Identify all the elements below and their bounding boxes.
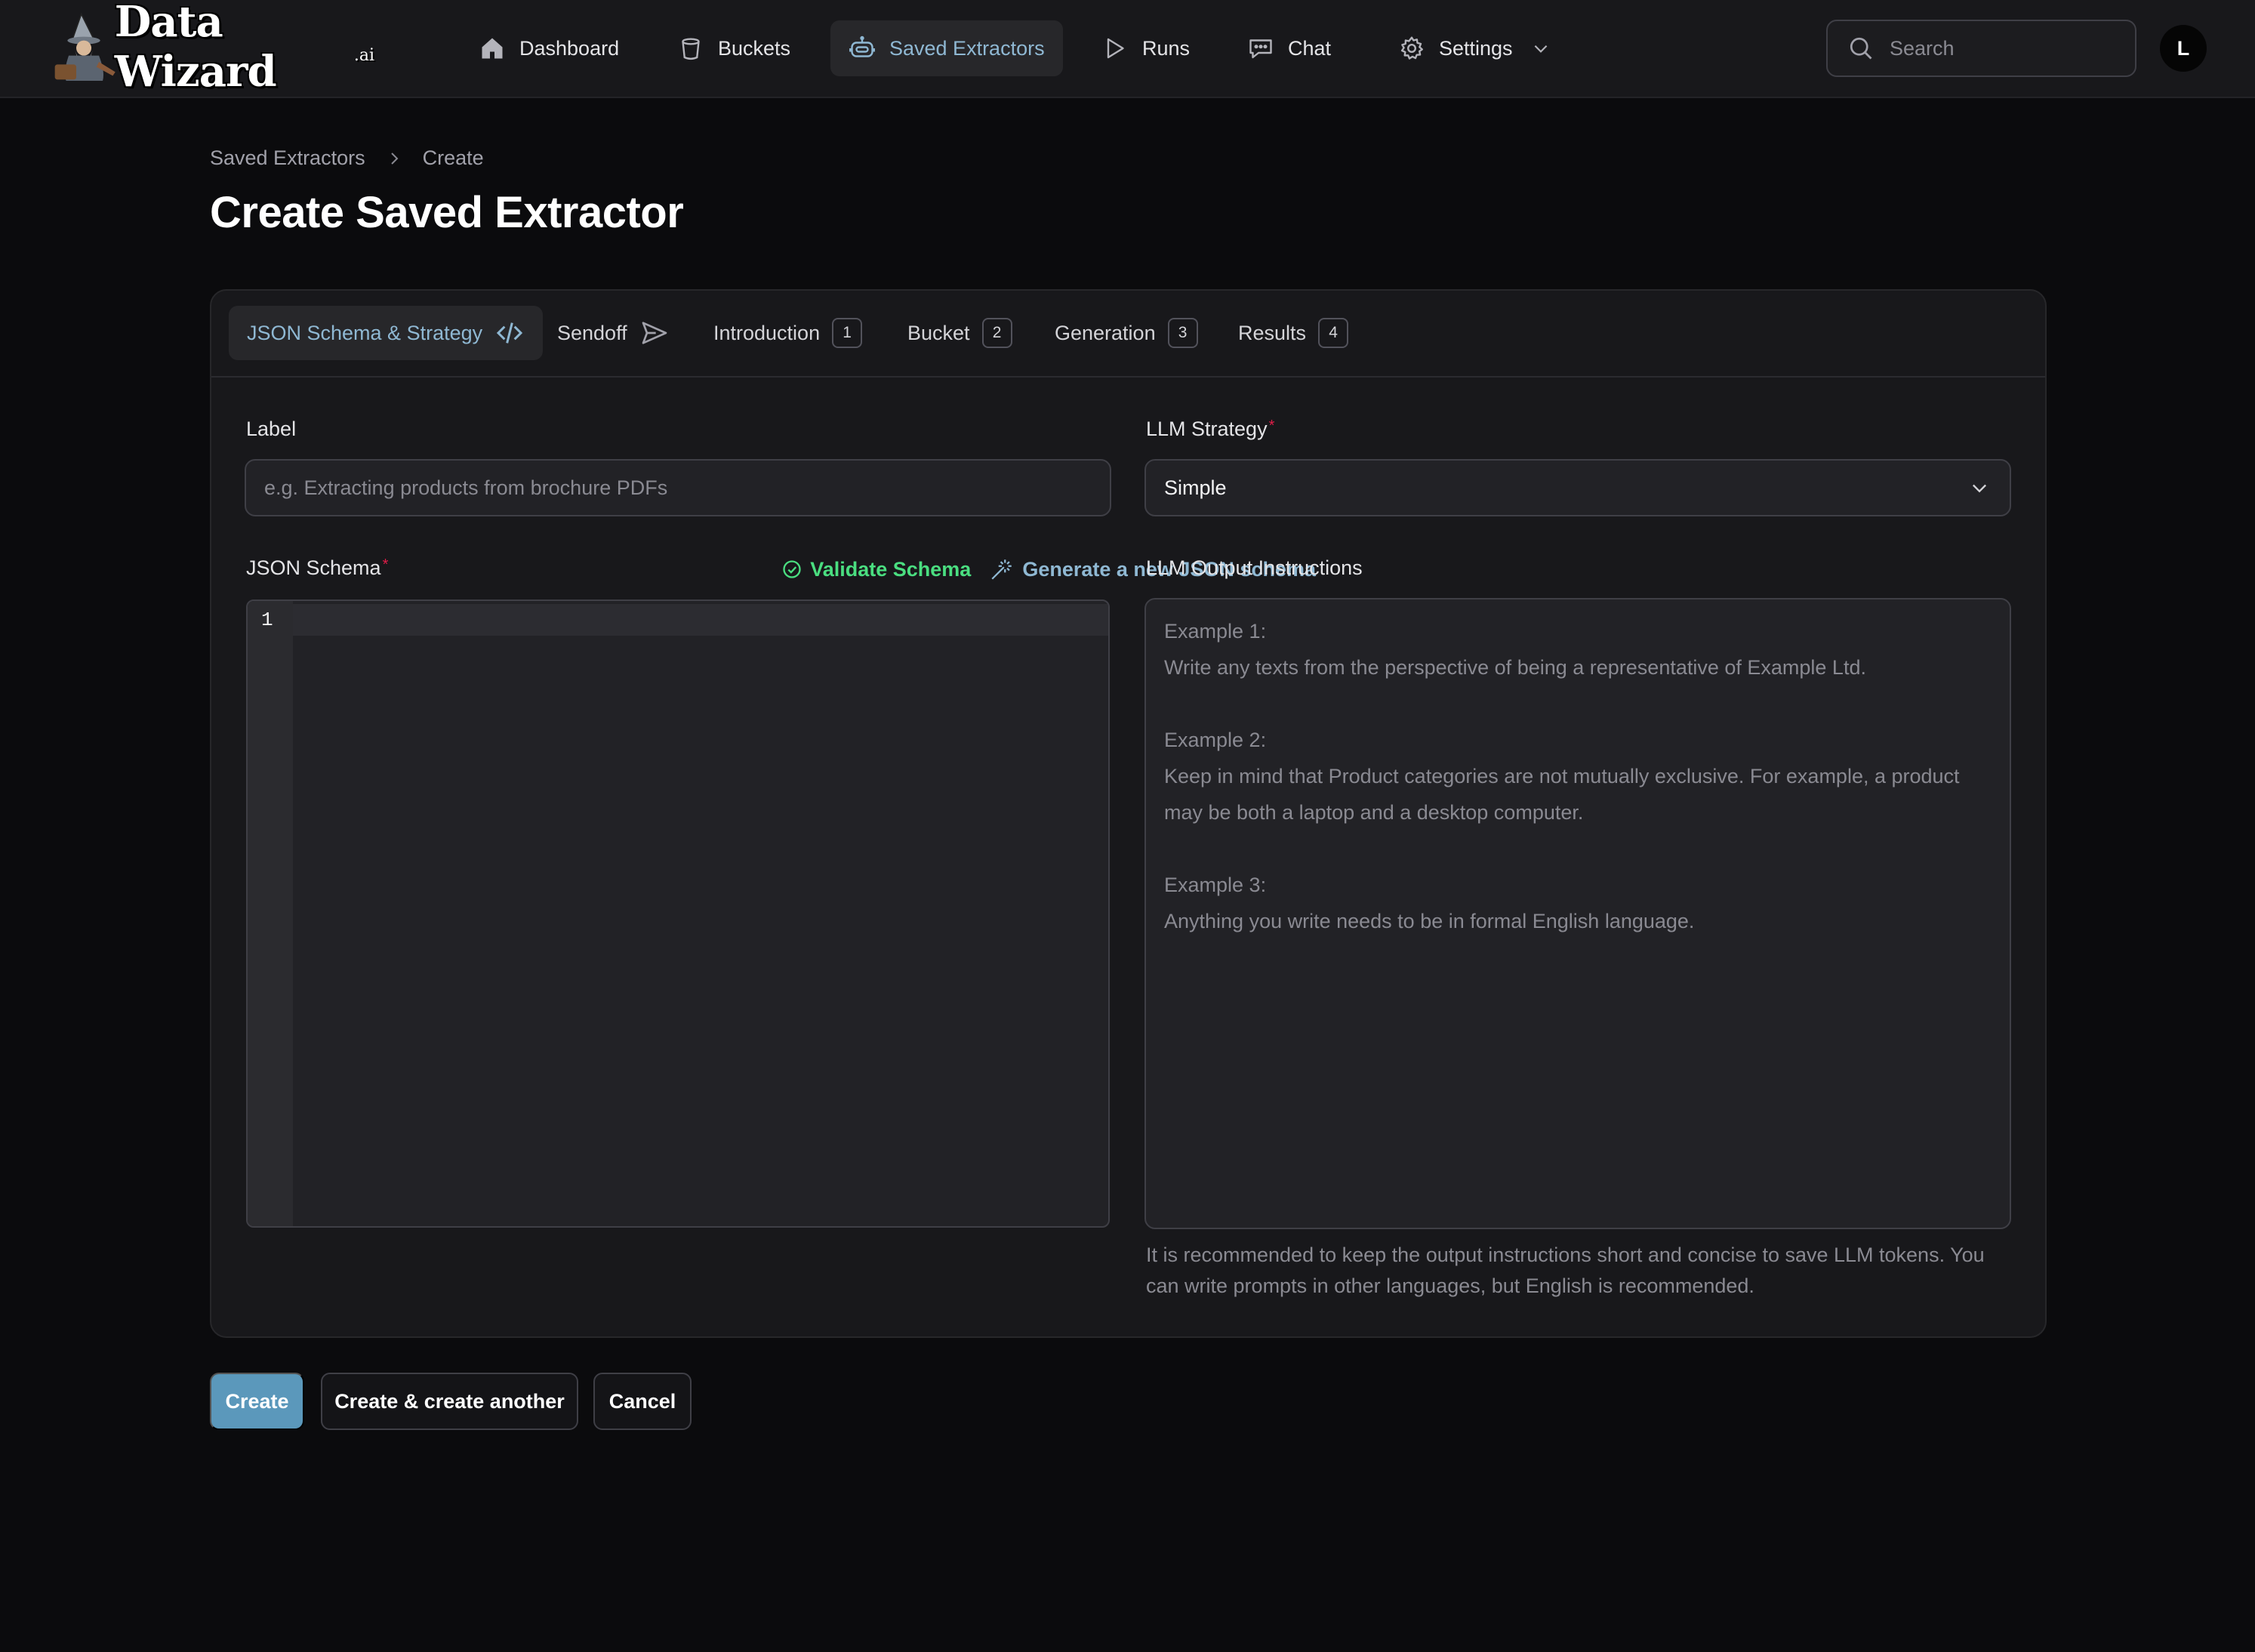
- magic-wand-icon: [991, 559, 1012, 580]
- user-avatar[interactable]: L: [2160, 25, 2207, 72]
- strategy-field-text: LLM Strategy: [1146, 418, 1268, 440]
- nav-settings-label: Settings: [1439, 36, 1513, 60]
- breadcrumb: Saved Extractors Create: [210, 146, 484, 170]
- tab-label: Results: [1238, 321, 1307, 344]
- label-input[interactable]: [264, 476, 1110, 500]
- validate-schema-button[interactable]: Validate Schema: [781, 558, 971, 581]
- active-line-highlight: [293, 604, 1108, 636]
- label-field[interactable]: [245, 459, 1111, 516]
- tab-generation[interactable]: Generation 3: [1037, 306, 1216, 360]
- tab-label: JSON Schema & Strategy: [247, 321, 483, 344]
- label-field-label: Label: [246, 418, 296, 441]
- nav-dashboard-label: Dashboard: [519, 36, 620, 60]
- send-icon: [642, 322, 667, 344]
- page-title: Create Saved Extractor: [210, 188, 684, 237]
- llm-strategy-select[interactable]: Simple: [1144, 459, 2011, 516]
- brand-logo[interactable]: Data Wizard .ai: [50, 0, 374, 97]
- code-icon: [497, 322, 523, 344]
- robot-icon: [849, 35, 875, 57]
- create-button[interactable]: Create: [210, 1373, 304, 1430]
- chevron-down-icon: [1534, 45, 1547, 53]
- play-icon: [1107, 38, 1124, 59]
- nav-saved-extractors[interactable]: Saved Extractors: [830, 20, 1063, 76]
- cancel-button[interactable]: Cancel: [593, 1373, 692, 1430]
- tab-label: Introduction: [713, 321, 821, 344]
- schema-field-text: JSON Schema: [246, 556, 381, 579]
- top-navigation-bar: Data Wizard .ai Dashboard Buckets Saved …: [0, 0, 2255, 98]
- nav-dashboard[interactable]: Dashboard: [461, 20, 637, 76]
- tab-label: Bucket: [907, 321, 970, 344]
- brand-name: Data Wizard: [114, 0, 277, 97]
- step-badge: 4: [1318, 318, 1349, 348]
- tab-sendoff[interactable]: Sendoff: [539, 306, 688, 360]
- search-input[interactable]: [1890, 36, 2116, 60]
- nav-runs[interactable]: Runs: [1083, 20, 1208, 76]
- nav-runs-label: Runs: [1142, 36, 1191, 60]
- line-number: 1: [261, 609, 273, 631]
- breadcrumb-current: Create: [422, 146, 484, 169]
- schema-field-label: JSON Schema *: [246, 556, 388, 580]
- chevron-down-icon: [1973, 484, 1986, 493]
- home-icon: [482, 38, 503, 59]
- check-circle-icon: [783, 560, 801, 578]
- nav-saved-extractors-label: Saved Extractors: [889, 36, 1045, 60]
- tab-label: Generation: [1055, 321, 1156, 344]
- step-badge: 2: [981, 318, 1012, 348]
- required-marker: *: [382, 556, 389, 573]
- wizard-mascot-icon: [54, 12, 116, 82]
- nav-chat[interactable]: Chat: [1229, 20, 1349, 76]
- instructions-field-label: LLM Output Instructions: [1146, 556, 1363, 580]
- step-badge: 3: [1167, 318, 1198, 348]
- chat-icon: [1249, 39, 1272, 59]
- editor-gutter: [248, 601, 293, 1226]
- strategy-field-label: LLM Strategy *: [1146, 418, 1274, 441]
- nav-settings[interactable]: Settings: [1380, 20, 1569, 76]
- brand-suffix: .ai: [353, 45, 374, 65]
- bucket-icon: [682, 38, 700, 60]
- search-icon: [1850, 37, 1872, 60]
- instructions-field-text: LLM Output Instructions: [1146, 556, 1363, 579]
- nav-chat-label: Chat: [1288, 36, 1332, 60]
- llm-output-instructions-textarea[interactable]: Example 1: Write any texts from the pers…: [1144, 598, 2011, 1229]
- nav-buckets[interactable]: Buckets: [659, 20, 809, 76]
- step-badge: 1: [832, 318, 863, 348]
- search-box[interactable]: [1826, 20, 2136, 77]
- chevron-right-icon: [390, 152, 399, 165]
- tab-introduction[interactable]: Introduction 1: [695, 306, 880, 360]
- breadcrumb-parent[interactable]: Saved Extractors: [210, 146, 365, 170]
- tab-results[interactable]: Results 4: [1220, 306, 1366, 360]
- tab-bucket[interactable]: Bucket 2: [889, 306, 1030, 360]
- create-and-create-another-button[interactable]: Create & create another: [321, 1373, 578, 1430]
- gear-icon: [1400, 36, 1423, 60]
- wizard-tabs: JSON Schema & Strategy Sendoff Introduct…: [211, 291, 2045, 378]
- tab-json-schema-strategy[interactable]: JSON Schema & Strategy: [229, 306, 544, 360]
- tab-label: Sendoff: [557, 321, 627, 344]
- instructions-hint: It is recommended to keep the output ins…: [1146, 1244, 1985, 1297]
- required-marker: *: [1268, 418, 1275, 434]
- instructions-placeholder: Example 1: Write any texts from the pers…: [1164, 620, 1960, 932]
- json-schema-editor[interactable]: 1: [246, 599, 1110, 1228]
- llm-strategy-value: Simple: [1164, 476, 1227, 499]
- validate-schema-label: Validate Schema: [810, 557, 972, 581]
- label-field-text: Label: [246, 418, 297, 440]
- nav-buckets-label: Buckets: [718, 36, 791, 60]
